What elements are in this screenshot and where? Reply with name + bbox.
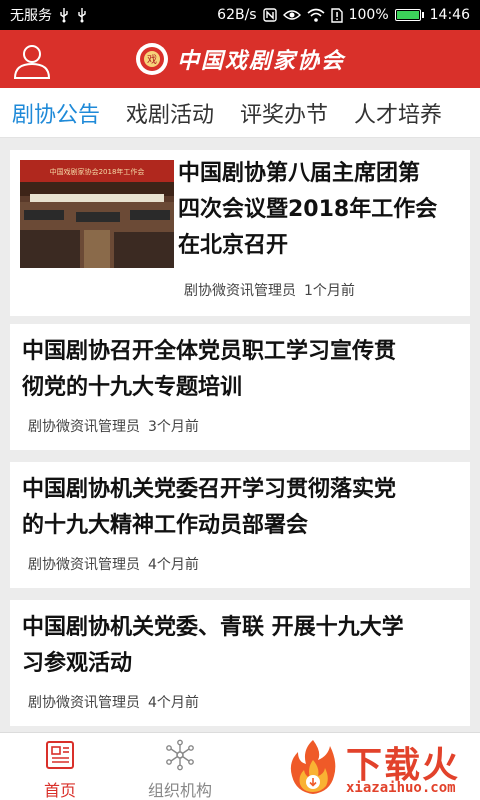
brand-name: 中国戏剧家协会 — [176, 48, 345, 74]
network-icon — [166, 739, 194, 771]
news-card[interactable]: 中国剧协机关党委召开学习贯彻落实党 的十九大精神工作动员部署会 剧协微资讯管理员… — [10, 462, 470, 588]
news-time: 4个月前 — [148, 695, 199, 711]
news-meta: 剧协微资讯管理员 3个月前 — [28, 416, 199, 436]
news-list: 中国戏剧家协会2018年工作会 中国剧协第八届主席团第 四次会议暨2018年工作… — [0, 138, 480, 732]
battery-icon — [394, 9, 424, 21]
app-header: 戏 中国戏剧家协会 — [0, 30, 480, 88]
status-left: 无服务 — [10, 5, 88, 25]
nfc-icon — [262, 8, 277, 22]
nav-home[interactable]: 首页 — [10, 739, 110, 800]
news-title[interactable]: 中国剧协召开全体党员职工学习宣传贯 彻党的十九大专题培训 — [22, 334, 462, 406]
news-author: 剧协微资讯管理员 — [184, 283, 296, 299]
news-thumbnail[interactable]: 中国戏剧家协会2018年工作会 — [20, 160, 174, 268]
wifi-icon — [307, 8, 325, 22]
news-author: 剧协微资讯管理员 — [28, 557, 140, 573]
clock-text: 14:46 — [429, 7, 470, 23]
tab-announcements[interactable]: 剧协公告 — [0, 97, 114, 129]
news-meta: 剧协微资讯管理员 4个月前 — [28, 692, 199, 712]
brand-logo: 戏 中国戏剧家协会 — [135, 42, 345, 76]
sim-alert-icon — [330, 7, 343, 23]
usb-icon — [78, 8, 86, 23]
nav-home-label: 首页 — [43, 781, 76, 800]
emblem-icon: 戏 — [135, 43, 168, 75]
news-time: 3个月前 — [148, 419, 199, 435]
nav-organization[interactable]: 组织机构 — [130, 739, 230, 800]
eye-icon — [282, 10, 301, 20]
flame-logo-icon — [290, 740, 336, 794]
user-avatar-icon[interactable] — [12, 40, 52, 80]
news-card[interactable]: 中国戏剧家协会2018年工作会 中国剧协第八届主席团第 四次会议暨2018年工作… — [10, 150, 470, 316]
tab-talent-training[interactable]: 人才培养 — [342, 97, 456, 129]
news-card[interactable]: 中国剧协召开全体党员职工学习宣传贯 彻党的十九大专题培训 剧协微资讯管理员 3个… — [10, 324, 470, 450]
emblem-text: 戏 — [147, 54, 157, 66]
carrier-text: 无服务 — [10, 8, 52, 24]
news-time: 4个月前 — [148, 557, 199, 573]
news-meta: 剧协微资讯管理员 1个月前 — [184, 280, 355, 300]
news-author: 剧协微资讯管理员 — [28, 419, 140, 435]
usb-icon — [60, 8, 68, 23]
battery-level-text: 100% — [348, 7, 389, 23]
status-bar: 无服务 62B/s 100% 14:46 — [0, 0, 480, 30]
news-time: 1个月前 — [304, 283, 355, 299]
thumbnail-banner-text: 中国戏剧家协会2018年工作会 — [50, 167, 145, 176]
watermark-url: xiazaihuo.com — [346, 780, 456, 796]
net-speed-text: 62B/s — [217, 7, 257, 23]
nav-organization-label: 组织机构 — [147, 781, 212, 800]
tab-awards-festivals[interactable]: 评奖办节 — [228, 97, 342, 129]
status-right: 62B/s 100% 14:46 — [217, 7, 470, 23]
news-author: 剧协微资讯管理员 — [28, 695, 140, 711]
news-meta: 剧协微资讯管理员 4个月前 — [28, 554, 199, 574]
news-title[interactable]: 中国剧协机关党委召开学习贯彻落实党 的十九大精神工作动员部署会 — [22, 472, 462, 544]
news-card[interactable]: 中国剧协机关党委、青联 开展十九大学 习参观活动 剧协微资讯管理员 4个月前 — [10, 600, 470, 726]
watermark: 下载火 xiazaihuo.com — [280, 732, 480, 800]
news-title[interactable]: 中国剧协第八届主席团第 四次会议暨2018年工作会 在北京召开 — [178, 156, 464, 264]
category-tabs: 剧协公告 戏剧活动 评奖办节 人才培养 — [0, 88, 480, 138]
news-title[interactable]: 中国剧协机关党委、青联 开展十九大学 习参观活动 — [22, 610, 462, 682]
tab-drama-activities[interactable]: 戏剧活动 — [114, 97, 228, 129]
document-icon — [46, 741, 74, 769]
